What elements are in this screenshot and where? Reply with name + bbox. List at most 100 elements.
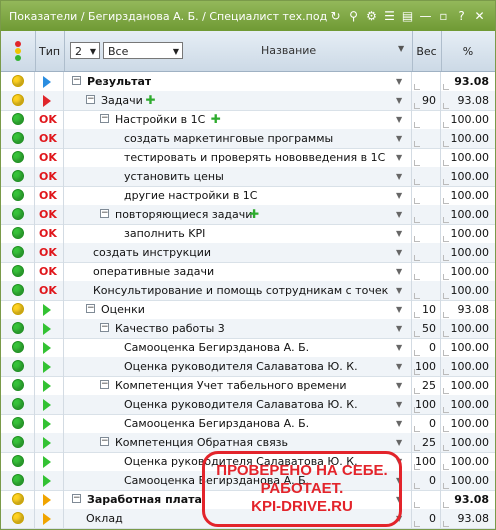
kpi-name[interactable]: Задачи xyxy=(101,94,143,107)
type-column-header[interactable]: Тип xyxy=(35,31,65,71)
table-row[interactable]: OK оперативные задачи ▼ 100.00 xyxy=(1,262,495,282)
kpi-name[interactable]: Оценки xyxy=(101,303,145,316)
chevron-down-icon[interactable]: ▼ xyxy=(396,134,402,143)
table-row[interactable]: − Результат ▼ 93.08 xyxy=(1,72,495,92)
chevron-down-icon[interactable]: ▼ xyxy=(396,362,402,371)
kpi-name[interactable]: Оклад xyxy=(86,512,123,525)
table-row[interactable]: OK − повторяющиеся задачи ✚ ▼ 100.00 xyxy=(1,205,495,225)
weight-cell[interactable] xyxy=(412,186,441,205)
table-row[interactable]: − Задачи ✚ ▼ 90 93.08 xyxy=(1,91,495,111)
weight-cell[interactable] xyxy=(412,224,441,243)
green-play-icon[interactable] xyxy=(43,380,51,392)
weight-cell[interactable]: 90 xyxy=(412,91,441,110)
kpi-name[interactable]: Самооценка Бегирзданова А. Б. xyxy=(124,417,309,430)
list-icon[interactable]: ☰ xyxy=(382,7,397,24)
collapse-toggle-icon[interactable]: − xyxy=(100,114,109,123)
collapse-toggle-icon[interactable]: − xyxy=(100,437,109,446)
weight-cell[interactable] xyxy=(412,167,441,186)
chevron-down-icon[interactable]: ▼ xyxy=(396,77,402,86)
collapse-toggle-icon[interactable]: − xyxy=(100,209,109,218)
table-row[interactable]: − Компетенция Обратная связь ▼ 25 100.00 xyxy=(1,433,495,453)
kpi-name[interactable]: Настройки в 1С xyxy=(115,113,205,126)
refresh-icon[interactable]: ↻ xyxy=(328,7,343,24)
chevron-down-icon[interactable]: ▼ xyxy=(396,191,402,200)
level-select[interactable]: 2 ▼ xyxy=(70,42,100,59)
green-play-icon[interactable] xyxy=(43,456,51,468)
help-icon[interactable]: ? xyxy=(454,7,469,24)
kpi-name[interactable]: Оценка руководителя Салаватова Ю. К. xyxy=(124,398,358,411)
chevron-down-icon[interactable]: ▼ xyxy=(396,96,402,105)
kpi-name[interactable]: Результат xyxy=(87,75,151,88)
orange-play-icon[interactable] xyxy=(43,494,51,506)
add-task-icon[interactable]: ✚ xyxy=(249,207,259,221)
green-play-icon[interactable] xyxy=(43,342,51,354)
table-row[interactable]: OK − Настройки в 1С ✚ ▼ 100.00 xyxy=(1,110,495,130)
chevron-down-icon[interactable]: ▼ xyxy=(396,400,402,409)
chevron-down-icon[interactable]: ▼ xyxy=(396,381,402,390)
table-row[interactable]: OK Консультирование и помощь сотрудникам … xyxy=(1,281,495,301)
table-row[interactable]: OK создать маркетинговые программы ▼ 100.00 xyxy=(1,129,495,149)
collapse-toggle-icon[interactable]: − xyxy=(86,95,95,104)
export-icon[interactable]: ▤ xyxy=(400,7,415,24)
kpi-name[interactable]: оперативные задачи xyxy=(93,265,214,278)
kpi-name[interactable]: Самооценка Бегирзданова А. Б. xyxy=(124,341,309,354)
add-task-icon[interactable]: ✚ xyxy=(145,93,155,107)
minimize-icon[interactable]: — xyxy=(418,7,433,24)
table-row[interactable]: − Качество работы 3 ▼ 50 100.00 xyxy=(1,319,495,339)
kpi-name[interactable]: создать маркетинговые программы xyxy=(124,132,333,145)
percent-column-header[interactable]: % xyxy=(441,31,495,71)
collapse-toggle-icon[interactable]: − xyxy=(86,304,95,313)
chevron-down-icon[interactable]: ▼ xyxy=(396,115,402,124)
weight-cell[interactable] xyxy=(412,262,441,281)
kpi-name[interactable]: Заработная плата xyxy=(87,493,202,506)
kpi-name[interactable]: Оценка руководителя Салаватова Ю. К. xyxy=(124,360,358,373)
chevron-down-icon[interactable]: ▼ xyxy=(396,419,402,428)
chevron-down-icon[interactable]: ▼ xyxy=(398,44,404,53)
table-row[interactable]: − Оценки ▼ 10 93.08 xyxy=(1,300,495,320)
chevron-down-icon[interactable]: ▼ xyxy=(396,229,402,238)
chevron-down-icon[interactable]: ▼ xyxy=(396,438,402,447)
weight-cell[interactable]: 10 xyxy=(412,300,441,319)
settings-icon[interactable]: ⚙ xyxy=(364,7,379,24)
weight-cell[interactable]: 50 xyxy=(412,319,441,338)
table-row[interactable]: OK создать инструкции ▼ 100.00 xyxy=(1,243,495,263)
weight-cell[interactable]: 100 xyxy=(412,395,441,414)
restore-icon[interactable]: ▫ xyxy=(436,7,451,24)
kpi-name[interactable]: Качество работы 3 xyxy=(115,322,225,335)
blue-play-icon[interactable] xyxy=(43,76,51,88)
collapse-toggle-icon[interactable]: − xyxy=(100,380,109,389)
chevron-down-icon[interactable]: ▼ xyxy=(396,343,402,352)
kpi-name[interactable]: Компетенция Обратная связь xyxy=(115,436,288,449)
weight-cell[interactable]: 25 xyxy=(412,433,441,452)
table-row[interactable]: Самооценка Бегирзданова А. Б. ▼ 0 100.00 xyxy=(1,338,495,358)
weight-cell[interactable] xyxy=(412,281,441,300)
table-row[interactable]: − Компетенция Учет табельного времени ▼ 25 1… xyxy=(1,376,495,396)
weight-cell[interactable] xyxy=(412,490,441,509)
weight-cell[interactable] xyxy=(412,72,441,91)
kpi-name[interactable]: заполнить KPI xyxy=(124,227,205,240)
close-icon[interactable]: ✕ xyxy=(472,7,487,24)
weight-cell[interactable] xyxy=(412,110,441,129)
green-play-icon[interactable] xyxy=(43,437,51,449)
green-play-icon[interactable] xyxy=(43,323,51,335)
chevron-down-icon[interactable]: ▼ xyxy=(396,172,402,181)
chevron-down-icon[interactable]: ▼ xyxy=(396,210,402,219)
weight-cell[interactable] xyxy=(412,129,441,148)
green-play-icon[interactable] xyxy=(43,304,51,316)
filter-select[interactable]: Все ▼ xyxy=(103,42,183,59)
collapse-toggle-icon[interactable]: − xyxy=(72,494,81,503)
weight-cell[interactable]: 100 xyxy=(412,452,441,471)
weight-cell[interactable] xyxy=(412,205,441,224)
kpi-name[interactable]: тестировать и проверять нововведения в 1… xyxy=(124,151,385,164)
table-row[interactable]: OK заполнить KPI ▼ 100.00 xyxy=(1,224,495,244)
weight-cell[interactable] xyxy=(412,148,441,167)
weight-cell[interactable]: 0 xyxy=(412,471,441,490)
collapse-toggle-icon[interactable]: − xyxy=(100,323,109,332)
weight-cell[interactable]: 0 xyxy=(412,509,441,528)
kpi-name[interactable]: Компетенция Учет табельного времени xyxy=(115,379,347,392)
table-row[interactable]: Самооценка Бегирзданова А. Б. ▼ 0 100.00 xyxy=(1,414,495,434)
search-icon[interactable]: ⚲ xyxy=(346,7,361,24)
orange-play-icon[interactable] xyxy=(43,513,51,525)
weight-cell[interactable] xyxy=(412,243,441,262)
kpi-name[interactable]: Консультирование и помощь сотрудникам с … xyxy=(93,284,388,297)
